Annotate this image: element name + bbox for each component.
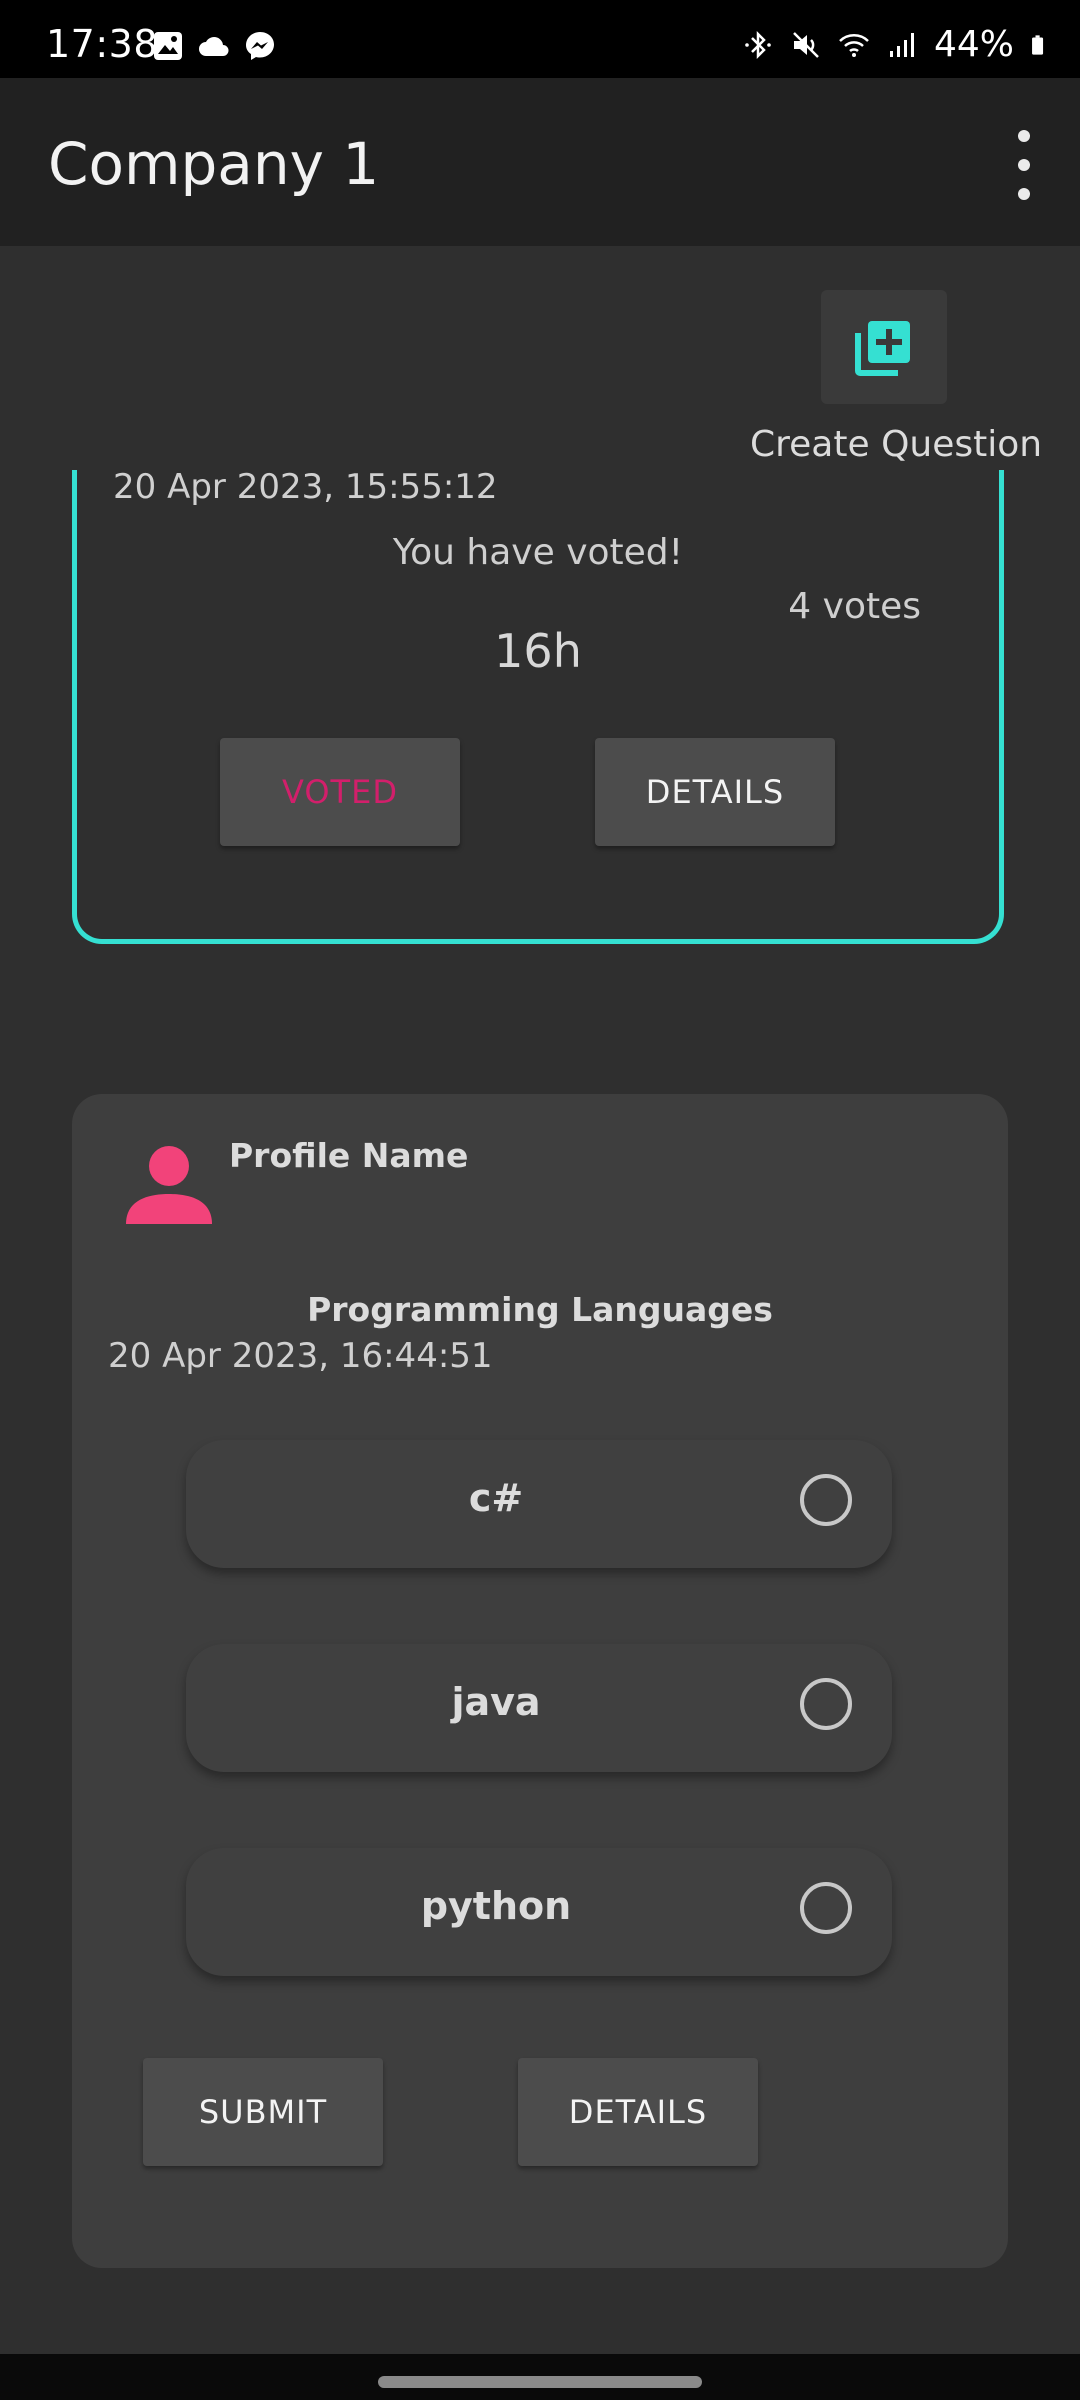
image-icon [154,32,182,60]
create-question-label[interactable]: Create Question [750,424,1042,465]
question-title: Programming Languages [307,1290,773,1329]
status-notification-icons [152,30,276,62]
poll-option[interactable]: c# [186,1440,892,1568]
library-add-icon [855,321,910,376]
page-title: Company 1 [48,130,380,198]
app-bar: Company 1 [0,78,1080,246]
navigation-bar [0,2354,1080,2400]
battery-icon [1032,34,1044,55]
status-bar: 17:38 44% [0,0,1080,78]
radio-button[interactable] [800,1678,852,1730]
option-label: python [420,1884,572,1928]
vote-count: 4 votes [788,586,921,627]
question-date: 20 Apr 2023, 16:44:51 [108,1336,493,1376]
radio-button[interactable] [800,1474,852,1526]
home-gesture-handle[interactable] [378,2376,702,2388]
messenger-icon [246,32,274,60]
question-date: 20 Apr 2023, 15:55:12 [113,467,498,507]
poll-question-card: Profile Name Programming Languages 20 Ap… [72,1094,1008,2268]
status-system-icons: 44% [742,24,1052,65]
status-time: 17:38 [46,22,159,66]
more-vert-icon[interactable] [994,130,1054,200]
wifi-icon [839,33,869,57]
radio-button[interactable] [800,1882,852,1934]
details-button[interactable]: DETAILS [518,2058,758,2166]
mute-icon [793,31,819,58]
poll-option[interactable]: python [186,1848,892,1976]
submit-button[interactable]: SUBMIT [143,2058,383,2166]
time-remaining: 16h [494,624,582,678]
cloud-icon [199,37,229,56]
bluetooth-icon [745,30,771,59]
voted-button[interactable]: VOTED [220,738,460,846]
profile-name: Profile Name [229,1136,469,1175]
battery-percent: 44% [933,24,1014,65]
voted-message: You have voted! [392,532,684,573]
option-label: java [451,1680,541,1724]
create-question-button[interactable] [821,290,947,404]
details-button[interactable]: DETAILS [595,738,835,846]
option-label: c# [468,1476,524,1520]
voted-question-card: 20 Apr 2023, 15:55:12 You have voted! 4 … [72,470,1004,944]
signal-icon [889,32,914,57]
person-icon [126,1146,212,1224]
poll-option[interactable]: java [186,1644,892,1772]
